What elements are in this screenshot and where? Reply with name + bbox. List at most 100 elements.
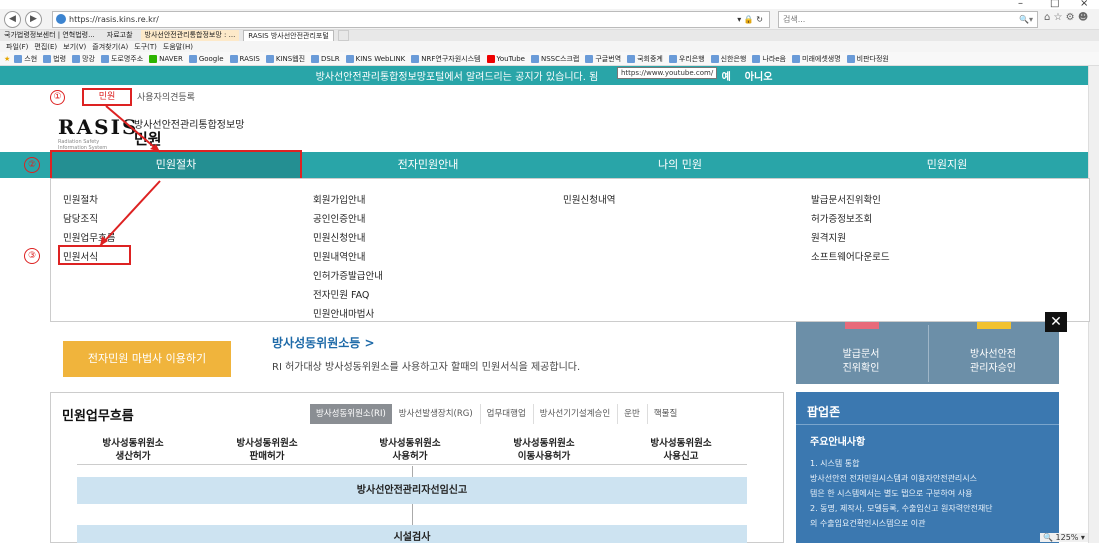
favorite-link[interactable]: NSSC스크랩 xyxy=(530,54,579,64)
menu-favorites[interactable]: 즐겨찾기(A) xyxy=(92,42,128,52)
menu-item[interactable]: 인허가증발급안내 xyxy=(313,267,383,286)
browser-tab-active[interactable]: RASIS 방사선안전관리포털 xyxy=(243,30,334,41)
window-title-bar xyxy=(0,0,1099,9)
flow-head[interactable]: 방사성동위원소 사용신고 xyxy=(621,437,741,463)
popup-line: 2. 동명, 제작사, 모델등록, 수출입신고 원자력안전재단 xyxy=(810,504,993,513)
favorite-link[interactable]: 미래에셋생명 xyxy=(792,54,841,64)
link-tooltip: https://www.youtube.com/ xyxy=(617,67,718,79)
rasis-logo[interactable]: RASIS Radiation Safety Information Syste… xyxy=(58,115,138,151)
nav-minwon-support[interactable]: 민원지원 xyxy=(806,152,1088,178)
favorite-link[interactable]: YouTube xyxy=(486,54,525,63)
tab-user-feedback[interactable]: 사용자의견등록 xyxy=(137,90,195,103)
menu-item[interactable]: 민원신청내역 xyxy=(563,191,615,210)
zoom-level[interactable]: 🔍 125% ▾ xyxy=(1040,533,1088,542)
menu-view[interactable]: 보기(V) xyxy=(63,42,86,52)
tab-transport[interactable]: 운반 xyxy=(617,404,646,424)
flow-step-inspection[interactable]: 시설검사 xyxy=(77,525,747,543)
favorite-link[interactable]: RASIS xyxy=(229,54,260,63)
favorite-link[interactable]: NRF연구자원시스템 xyxy=(411,54,481,64)
favorite-link[interactable]: 국회중계 xyxy=(627,54,663,64)
menu-item[interactable]: 허가증정보조회 xyxy=(811,210,890,229)
tab-agency[interactable]: 업무대행업 xyxy=(479,404,532,424)
flow-head[interactable]: 방사성동위원소 사용허가 xyxy=(350,437,470,463)
favorite-link[interactable]: Google xyxy=(188,54,224,63)
favorite-link[interactable]: 구글번역 xyxy=(585,54,621,64)
browser-tab[interactable]: 국가법령정보센터 | 연혁법령... xyxy=(0,30,99,41)
mega-col-support: 발급문서진위확인 허가증정보조회 원격지원 소프트웨어다운로드 xyxy=(811,191,890,267)
favorite-link[interactable]: 우리은행 xyxy=(668,54,705,64)
menu-item[interactable]: 전자민원 FAQ xyxy=(313,286,383,305)
notice-no-button[interactable]: 아니오 xyxy=(745,68,773,83)
menu-item[interactable]: 원격지원 xyxy=(811,229,890,248)
menu-item[interactable]: 소프트웨어다운로드 xyxy=(811,248,890,267)
toolbar-icons[interactable]: ⌂ ☆ ⚙ ☻ xyxy=(1044,12,1088,23)
menu-file[interactable]: 파일(F) xyxy=(6,42,28,52)
favorite-link[interactable]: DSLR xyxy=(311,54,340,63)
close-menu-icon[interactable]: ✕ xyxy=(1045,312,1067,332)
menu-item[interactable]: 민원절차 xyxy=(63,191,115,210)
flow-head[interactable]: 방사성동위원소 이동사용허가 xyxy=(484,437,604,463)
url-input[interactable]: https://rasis.kins.re.kr/ ▾ 🔒 ↻ xyxy=(52,11,770,28)
menu-tools[interactable]: 도구(T) xyxy=(134,42,157,52)
menu-item[interactable]: 민원내역안내 xyxy=(313,248,383,267)
star-icon: ★ xyxy=(4,54,11,63)
step-marker-3: ③ xyxy=(24,248,40,264)
menu-item[interactable]: 회원가입안내 xyxy=(313,191,383,210)
favorite-link[interactable]: 도로명주소 xyxy=(100,54,143,64)
search-input[interactable]: 검색... 🔍▾ xyxy=(778,11,1038,28)
menu-item[interactable]: 민원신청안내 xyxy=(313,229,383,248)
favorite-link[interactable]: KINS WebLINK xyxy=(345,54,405,63)
browser-tab[interactable]: 자료고찰 xyxy=(103,30,137,41)
menu-item[interactable]: 발급문서진위확인 xyxy=(811,191,890,210)
back-icon[interactable]: ◀ xyxy=(4,11,21,28)
flow-head[interactable]: 방사성동위원소 생산허가 xyxy=(73,437,193,463)
maximize-button[interactable]: □ xyxy=(1050,0,1059,9)
menu-item[interactable]: 담당조직 xyxy=(63,210,115,229)
favorite-link[interactable]: 비판다정원 xyxy=(846,54,889,64)
popup-line: 1. 시스템 통합 xyxy=(810,459,860,468)
menu-item[interactable]: 민원안내마법사 xyxy=(313,305,383,324)
url-controls[interactable]: ▾ 🔒 ↻ xyxy=(737,12,763,27)
favorites-bar: ★ 스현 법령 망강 도로명주소 NAVER Google RASIS KINS… xyxy=(0,52,1099,66)
naver-icon xyxy=(149,54,158,63)
search-icon[interactable]: 🔍▾ xyxy=(1019,12,1033,27)
tab-minwon[interactable]: 민원 xyxy=(82,88,132,106)
page-title: 민원 xyxy=(134,130,162,148)
bookmark-icon xyxy=(668,54,677,63)
new-tab-button[interactable] xyxy=(337,30,349,41)
flow-tabs: 방사성동위원소(RI) 방사선발생장치(RG) 업무대행업 방사선기기설계승인 … xyxy=(310,404,684,424)
tab-ri[interactable]: 방사성동위원소(RI) xyxy=(310,404,392,424)
doc-verify-link[interactable]: 발급문서 진위확인 xyxy=(796,348,926,376)
popup-title: 팝업존 xyxy=(807,405,841,419)
favorite-link[interactable]: 스현 xyxy=(14,54,37,64)
step-marker-2: ② xyxy=(24,157,40,173)
menu-item[interactable]: 공인인증안내 xyxy=(313,210,383,229)
facility-title-link[interactable]: 방사성동위원소등 > xyxy=(272,334,580,351)
step-marker-1: ① xyxy=(50,90,65,105)
popup-line: 의 수출입요건확인시스템으로 이관 xyxy=(810,519,926,528)
bookmark-icon xyxy=(14,54,23,63)
favorite-link[interactable]: 나라e음 xyxy=(752,54,786,64)
nav-my-minwon[interactable]: 나의 민원 xyxy=(554,152,806,178)
favorite-link[interactable]: KINS웹진 xyxy=(265,54,305,64)
tab-nuclear[interactable]: 핵물질 xyxy=(646,404,683,424)
forward-icon[interactable]: ▶ xyxy=(25,11,42,28)
tab-rg[interactable]: 방사선발생장치(RG) xyxy=(393,404,479,424)
close-window-button[interactable]: × xyxy=(1080,0,1088,9)
notice-yes-button[interactable]: 예 xyxy=(722,68,731,83)
tab-design[interactable]: 방사선기기설계승인 xyxy=(532,404,616,424)
favorite-link[interactable]: NAVER xyxy=(149,54,183,63)
wizard-button[interactable]: 전자민원 마법사 이용하기 xyxy=(63,341,231,377)
browser-tab[interactable]: 방사선안전관리통합정보망 : ... xyxy=(140,30,240,41)
menu-edit[interactable]: 편집(E) xyxy=(34,42,57,52)
nav-e-minwon-guide[interactable]: 전자민원안내 xyxy=(302,152,554,178)
manager-approval-link[interactable]: 방사선안전 관리자승인 xyxy=(928,348,1058,376)
favorite-link[interactable]: 망강 xyxy=(72,54,95,64)
favorite-link[interactable]: 신한은행 xyxy=(710,54,746,64)
mega-col-my: 민원신청내역 xyxy=(563,191,615,210)
flow-head[interactable]: 방사성동위원소 판매허가 xyxy=(207,437,327,463)
flow-step-manager[interactable]: 방사선안전관리자선임신고 xyxy=(77,477,747,504)
favorite-link[interactable]: 법령 xyxy=(43,54,66,64)
menu-help[interactable]: 도움말(H) xyxy=(163,42,193,52)
minimize-button[interactable]: – xyxy=(1018,0,1023,9)
